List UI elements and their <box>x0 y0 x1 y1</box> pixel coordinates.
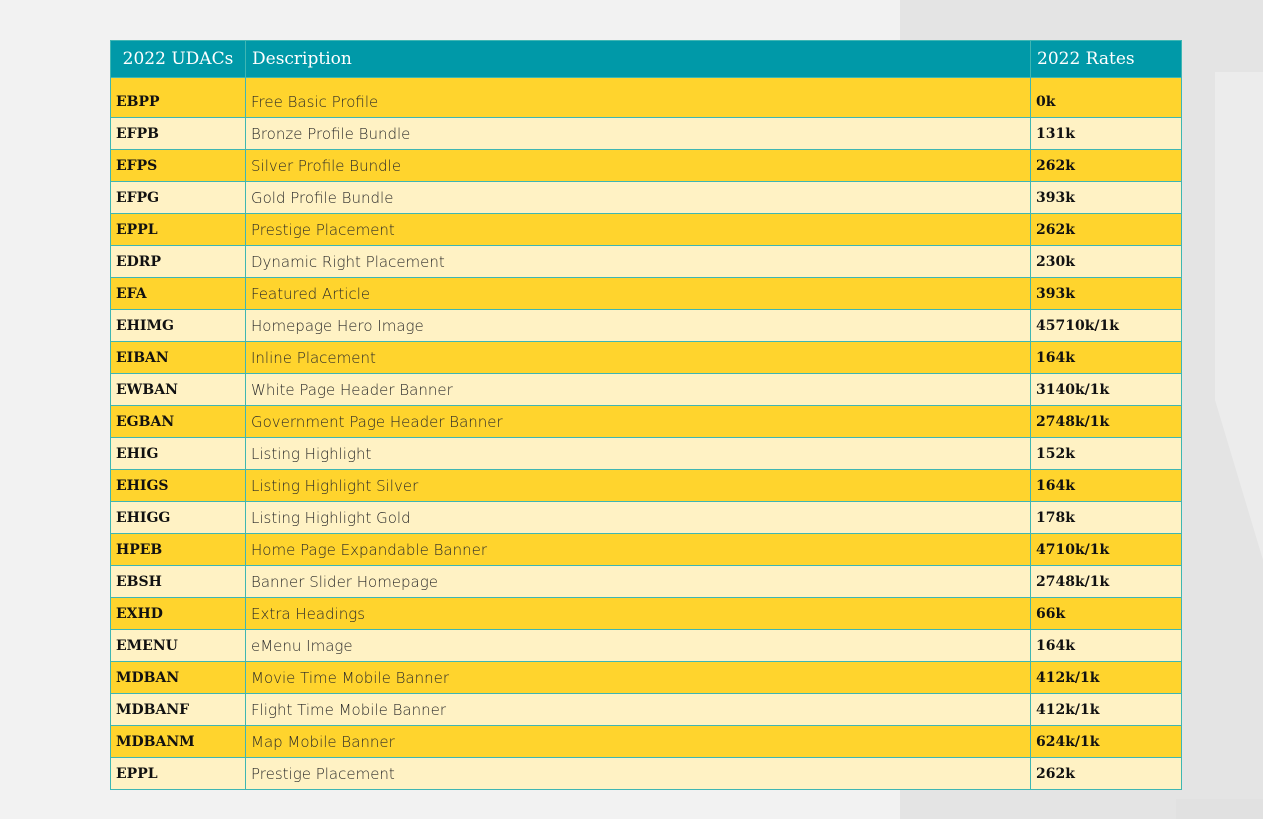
description-cell: Extra Headings <box>245 597 1031 630</box>
description-cell: Gold Profile Bundle <box>245 181 1031 214</box>
description-cell: Free Basic Profile <box>245 86 1031 118</box>
udac-code-cell: EWBAN <box>110 373 246 406</box>
rate-cell: 412k/1k <box>1030 661 1182 694</box>
table-row: EMENU eMenu Image 164k <box>110 629 1182 662</box>
rate-cell: 624k/1k <box>1030 725 1182 758</box>
table-row: EHIGG Listing Highlight Gold 178k <box>110 501 1182 534</box>
rate-cell: 66k <box>1030 597 1182 630</box>
udac-code-cell: EHIG <box>110 437 246 470</box>
rate-cell: 45710k/1k <box>1030 309 1182 342</box>
table-row: EPPL Prestige Placement 262k <box>110 757 1182 790</box>
table-row: EPPL Prestige Placement 262k <box>110 213 1182 246</box>
description-cell: Bronze Profile Bundle <box>245 117 1031 150</box>
table-row: EGBAN Government Page Header Banner 2748k/… <box>110 405 1182 438</box>
table-header-row: 2022 UDACs Description 2022 Rates <box>110 40 1182 78</box>
table-row: EWBAN White Page Header Banner 3140k/1k <box>110 373 1182 406</box>
udac-code-cell: EFA <box>110 277 246 310</box>
rate-cell: 2748k/1k <box>1030 405 1182 438</box>
description-cell: Flight Time Mobile Banner <box>245 693 1031 726</box>
rate-cell: 178k <box>1030 501 1182 534</box>
background-chevron-shape <box>1215 72 1263 560</box>
rate-cell: 4710k/1k <box>1030 533 1182 566</box>
udac-code-cell: EBSH <box>110 565 246 598</box>
rate-cell: 412k/1k <box>1030 693 1182 726</box>
description-cell: Home Page Expandable Banner <box>245 533 1031 566</box>
table-row: EFA Featured Article 393k <box>110 277 1182 310</box>
udac-code-cell: EGBAN <box>110 405 246 438</box>
header-description: Description <box>245 40 1031 78</box>
header-udac-code: 2022 UDACs <box>110 40 246 78</box>
description-cell: Government Page Header Banner <box>245 405 1031 438</box>
udac-code-cell: MDBAN <box>110 661 246 694</box>
spacer-cell <box>245 77 1031 86</box>
udac-code-cell: MDBANF <box>110 693 246 726</box>
rate-cell: 164k <box>1030 469 1182 502</box>
description-cell: Movie Time Mobile Banner <box>245 661 1031 694</box>
description-cell: Prestige Placement <box>245 213 1031 246</box>
background-corner-block <box>1176 799 1263 819</box>
rate-cell: 393k <box>1030 277 1182 310</box>
udac-code-cell: EPPL <box>110 757 246 790</box>
spacer-cell <box>110 77 246 86</box>
table-row: MDBAN Movie Time Mobile Banner 412k/1k <box>110 661 1182 694</box>
rate-cell: 2748k/1k <box>1030 565 1182 598</box>
rate-cell: 230k <box>1030 245 1182 278</box>
rate-cell: 262k <box>1030 149 1182 182</box>
table-row: EXHD Extra Headings 66k <box>110 597 1182 630</box>
rate-cell: 0k <box>1030 86 1182 118</box>
table-row: MDBANF Flight Time Mobile Banner 412k/1k <box>110 693 1182 726</box>
udac-code-cell: EBPP <box>110 86 246 118</box>
udac-code-cell: EHIGG <box>110 501 246 534</box>
rate-cell: 3140k/1k <box>1030 373 1182 406</box>
rate-cell: 131k <box>1030 117 1182 150</box>
table-row: EHIGS Listing Highlight Silver 164k <box>110 469 1182 502</box>
description-cell: Homepage Hero Image <box>245 309 1031 342</box>
udac-code-cell: EFPS <box>110 149 246 182</box>
description-cell: eMenu Image <box>245 629 1031 662</box>
udac-rates-table: 2022 UDACs Description 2022 Rates EBPP Fr… <box>110 40 1182 790</box>
udac-code-cell: EXHD <box>110 597 246 630</box>
udac-code-cell: EFPG <box>110 181 246 214</box>
description-cell: White Page Header Banner <box>245 373 1031 406</box>
udac-code-cell: EHIGS <box>110 469 246 502</box>
description-cell: Listing Highlight Gold <box>245 501 1031 534</box>
rate-cell: 262k <box>1030 757 1182 790</box>
description-cell: Featured Article <box>245 277 1031 310</box>
table-row: EDRP Dynamic Right Placement 230k <box>110 245 1182 278</box>
table-row: EFPS Silver Profile Bundle 262k <box>110 149 1182 182</box>
table-row: EBPP Free Basic Profile 0k <box>110 86 1182 118</box>
udac-code-cell: EHIMG <box>110 309 246 342</box>
rate-cell: 262k <box>1030 213 1182 246</box>
description-cell: Dynamic Right Placement <box>245 245 1031 278</box>
description-cell: Listing Highlight <box>245 437 1031 470</box>
description-cell: Prestige Placement <box>245 757 1031 790</box>
udac-code-cell: EDRP <box>110 245 246 278</box>
table-row: EHIG Listing Highlight 152k <box>110 437 1182 470</box>
rate-cell: 164k <box>1030 341 1182 374</box>
udac-code-cell: HPEB <box>110 533 246 566</box>
table-row: HPEB Home Page Expandable Banner 4710k/1k <box>110 533 1182 566</box>
table-row: EHIMG Homepage Hero Image 45710k/1k <box>110 309 1182 342</box>
table-row: EFPG Gold Profile Bundle 393k <box>110 181 1182 214</box>
udac-code-cell: EPPL <box>110 213 246 246</box>
udac-code-cell: EFPB <box>110 117 246 150</box>
udac-code-cell: EIBAN <box>110 341 246 374</box>
udac-code-cell: MDBANM <box>110 725 246 758</box>
spacer-cell <box>1030 77 1182 86</box>
rate-cell: 164k <box>1030 629 1182 662</box>
rate-cell: 393k <box>1030 181 1182 214</box>
description-cell: Silver Profile Bundle <box>245 149 1031 182</box>
udac-code-cell: EMENU <box>110 629 246 662</box>
description-cell: Listing Highlight Silver <box>245 469 1031 502</box>
table-row: EFPB Bronze Profile Bundle 131k <box>110 117 1182 150</box>
header-rate: 2022 Rates <box>1030 40 1182 78</box>
header-spacer-row <box>110 77 1182 86</box>
table-row: EBSH Banner Slider Homepage 2748k/1k <box>110 565 1182 598</box>
description-cell: Inline Placement <box>245 341 1031 374</box>
rate-cell: 152k <box>1030 437 1182 470</box>
table-row: MDBANM Map Mobile Banner 624k/1k <box>110 725 1182 758</box>
description-cell: Banner Slider Homepage <box>245 565 1031 598</box>
description-cell: Map Mobile Banner <box>245 725 1031 758</box>
table-row: EIBAN Inline Placement 164k <box>110 341 1182 374</box>
